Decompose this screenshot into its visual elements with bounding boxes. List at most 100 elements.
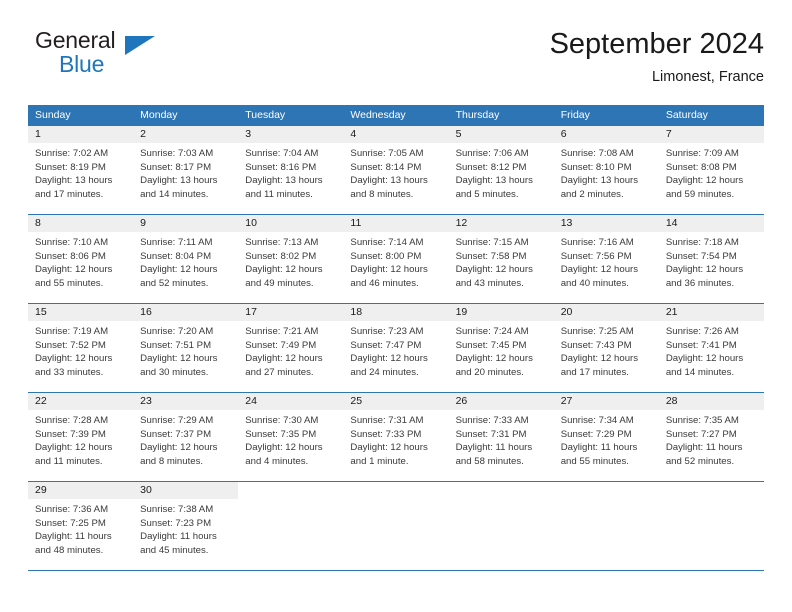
day-detail-lines: Sunrise: 7:30 AM Sunset: 7:35 PM Daylight:… bbox=[238, 410, 343, 468]
day-detail-line: Daylight: 12 hours bbox=[665, 353, 744, 365]
day-detail-line: Sunset: 7:39 PM bbox=[35, 428, 106, 440]
calendar-day-cell[interactable]: 17 Sunrise: 7:21 AM Sunset: 7:49 PM Dayligh… bbox=[238, 304, 344, 392]
day-detail-lines: Sunrise: 7:33 AM Sunset: 7:31 PM Daylight:… bbox=[449, 410, 554, 468]
day-detail-line: Sunrise: 7:06 AM bbox=[455, 148, 529, 159]
day-detail-line: Daylight: 12 hours bbox=[35, 442, 113, 454]
calendar-day-cell[interactable]: 22 Sunrise: 7:28 AM Sunset: 7:39 PM Dayligh… bbox=[28, 393, 134, 481]
day-detail-line: Daylight: 12 hours bbox=[560, 264, 639, 276]
calendar-day-cell[interactable]: 6 Sunrise: 7:08 AM Sunset: 8:10 PM Daylight… bbox=[553, 126, 659, 214]
day-detail-lines: Sunrise: 7:09 AM Sunset: 8:08 PM Daylight:… bbox=[659, 143, 764, 201]
day-detail-line: and 52 minutes. bbox=[665, 455, 735, 467]
day-detail-line: Sunset: 8:17 PM bbox=[140, 161, 212, 173]
day-detail-line: Sunset: 8:16 PM bbox=[245, 161, 317, 173]
day-detail-line: Sunset: 7:25 PM bbox=[35, 517, 106, 529]
day-detail-lines: Sunrise: 7:24 AM Sunset: 7:45 PM Daylight:… bbox=[449, 321, 554, 379]
day-detail-lines: Sunrise: 7:29 AM Sunset: 7:37 PM Daylight:… bbox=[133, 410, 238, 468]
day-detail-line: Sunset: 8:10 PM bbox=[560, 161, 632, 173]
day-detail-line: Sunset: 7:45 PM bbox=[455, 339, 527, 351]
day-detail-line: Daylight: 12 hours bbox=[35, 264, 113, 276]
page-title: September 2024 bbox=[549, 28, 764, 60]
day-number: 8 bbox=[28, 215, 134, 232]
calendar-day-cell[interactable]: 21 Sunrise: 7:26 AM Sunset: 7:41 PM Dayligh… bbox=[658, 304, 764, 392]
calendar-day-cell[interactable]: 16 Sunrise: 7:20 AM Sunset: 7:51 PM Dayligh… bbox=[133, 304, 239, 392]
day-number: 7 bbox=[658, 126, 764, 143]
calendar-day-cell[interactable]: 29 Sunrise: 7:36 AM Sunset: 7:25 PM Dayligh… bbox=[28, 482, 134, 570]
day-detail-lines: Sunrise: 7:02 AM Sunset: 8:19 PM Daylight:… bbox=[28, 143, 133, 201]
day-detail-line: Daylight: 12 hours bbox=[140, 264, 218, 276]
day-number: 13 bbox=[553, 215, 659, 232]
calendar-day-cell[interactable]: 15 Sunrise: 7:19 AM Sunset: 7:52 PM Dayligh… bbox=[28, 304, 134, 392]
day-detail-line: and 55 minutes. bbox=[35, 277, 104, 289]
calendar-day-cell[interactable]: 7 Sunrise: 7:09 AM Sunset: 8:08 PM Daylight… bbox=[658, 126, 764, 214]
day-number: 9 bbox=[133, 215, 239, 232]
day-number bbox=[449, 482, 554, 499]
weekday-header-sunday: Sunday bbox=[35, 109, 71, 121]
day-detail-line: and 48 minutes. bbox=[35, 544, 104, 556]
calendar-day-cell[interactable]: 20 Sunrise: 7:25 AM Sunset: 7:43 PM Dayligh… bbox=[553, 304, 659, 392]
calendar-day-cell[interactable]: 8 Sunrise: 7:10 AM Sunset: 8:06 PM Daylight… bbox=[28, 215, 134, 303]
brand-logo[interactable]: General Blue bbox=[28, 26, 268, 88]
calendar-day-cell[interactable]: 11 Sunrise: 7:14 AM Sunset: 8:00 PM Dayligh… bbox=[343, 215, 449, 303]
day-detail-line: and 27 minutes. bbox=[245, 366, 314, 378]
day-detail-line: and 52 minutes. bbox=[140, 277, 209, 289]
day-detail-lines: Sunrise: 7:36 AM Sunset: 7:25 PM Daylight:… bbox=[28, 499, 133, 557]
calendar-week-row: 22 Sunrise: 7:28 AM Sunset: 7:39 PM Dayligh… bbox=[28, 393, 764, 481]
day-detail-line: Daylight: 13 hours bbox=[35, 175, 113, 187]
day-detail-lines: Sunrise: 7:20 AM Sunset: 7:51 PM Daylight:… bbox=[133, 321, 238, 379]
day-detail-line: Sunset: 7:33 PM bbox=[350, 428, 422, 440]
day-detail-line: and 2 minutes. bbox=[560, 188, 624, 200]
calendar-day-cell[interactable]: 5 Sunrise: 7:06 AM Sunset: 8:12 PM Daylight… bbox=[448, 126, 554, 214]
day-detail-line: Daylight: 11 hours bbox=[665, 442, 743, 454]
calendar-day-cell[interactable]: 18 Sunrise: 7:23 AM Sunset: 7:47 PM Dayligh… bbox=[343, 304, 449, 392]
day-detail-line: Sunset: 8:19 PM bbox=[35, 161, 106, 173]
day-detail-lines bbox=[449, 499, 554, 503]
day-detail-line: Sunset: 7:27 PM bbox=[665, 428, 737, 440]
day-detail-line: Sunrise: 7:30 AM bbox=[245, 415, 319, 426]
calendar-day-cell[interactable]: 2 Sunrise: 7:03 AM Sunset: 8:17 PM Daylight… bbox=[133, 126, 239, 214]
day-detail-line: and 17 minutes. bbox=[560, 366, 629, 378]
calendar-day-cell[interactable]: 12 Sunrise: 7:15 AM Sunset: 7:58 PM Dayligh… bbox=[448, 215, 554, 303]
day-detail-line: Sunrise: 7:38 AM bbox=[140, 504, 214, 515]
day-number: 1 bbox=[28, 126, 134, 143]
calendar-day-cell[interactable]: 10 Sunrise: 7:13 AM Sunset: 8:02 PM Dayligh… bbox=[238, 215, 344, 303]
day-detail-lines: Sunrise: 7:21 AM Sunset: 7:49 PM Daylight:… bbox=[238, 321, 343, 379]
day-detail-line: Sunrise: 7:25 AM bbox=[560, 326, 634, 337]
location-subtitle: Limonest, France bbox=[651, 69, 764, 85]
day-detail-line: Sunrise: 7:28 AM bbox=[35, 415, 109, 426]
day-number: 20 bbox=[553, 304, 659, 321]
weekday-header-friday: Friday bbox=[560, 109, 590, 121]
calendar-day-cell[interactable]: 14 Sunrise: 7:18 AM Sunset: 7:54 PM Dayligh… bbox=[658, 215, 764, 303]
calendar-day-cell[interactable]: 28 Sunrise: 7:35 AM Sunset: 7:27 PM Dayligh… bbox=[658, 393, 764, 481]
day-detail-line: Sunset: 7:56 PM bbox=[560, 250, 632, 262]
calendar-day-cell[interactable]: 23 Sunrise: 7:29 AM Sunset: 7:37 PM Dayligh… bbox=[133, 393, 239, 481]
calendar-day-cell[interactable]: 9 Sunrise: 7:11 AM Sunset: 8:04 PM Daylight… bbox=[133, 215, 239, 303]
day-detail-lines: Sunrise: 7:05 AM Sunset: 8:14 PM Daylight:… bbox=[343, 143, 448, 201]
calendar-day-cell[interactable]: 4 Sunrise: 7:05 AM Sunset: 8:14 PM Daylight… bbox=[343, 126, 449, 214]
calendar-day-cell[interactable]: 19 Sunrise: 7:24 AM Sunset: 7:45 PM Dayligh… bbox=[448, 304, 554, 392]
day-detail-lines: Sunrise: 7:16 AM Sunset: 7:56 PM Daylight:… bbox=[554, 232, 659, 290]
day-detail-line: and 24 minutes. bbox=[350, 366, 419, 378]
calendar-day-cell[interactable]: 30 Sunrise: 7:38 AM Sunset: 7:23 PM Dayligh… bbox=[133, 482, 239, 570]
calendar-day-cell[interactable]: 25 Sunrise: 7:31 AM Sunset: 7:33 PM Dayligh… bbox=[343, 393, 449, 481]
day-detail-lines: Sunrise: 7:26 AM Sunset: 7:41 PM Daylight:… bbox=[659, 321, 764, 379]
day-detail-lines: Sunrise: 7:31 AM Sunset: 7:33 PM Daylight:… bbox=[343, 410, 448, 468]
day-detail-line: Sunrise: 7:26 AM bbox=[665, 326, 739, 337]
calendar-day-cell[interactable]: 24 Sunrise: 7:30 AM Sunset: 7:35 PM Dayligh… bbox=[238, 393, 344, 481]
day-detail-line: and 43 minutes. bbox=[455, 277, 524, 289]
day-detail-line: Sunrise: 7:35 AM bbox=[665, 415, 739, 426]
day-detail-line: and 14 minutes. bbox=[140, 188, 209, 200]
calendar-day-cell-empty bbox=[238, 482, 343, 570]
calendar-day-cell[interactable]: 13 Sunrise: 7:16 AM Sunset: 7:56 PM Dayligh… bbox=[553, 215, 659, 303]
day-detail-line: and 4 minutes. bbox=[245, 455, 309, 467]
calendar-day-cell[interactable]: 3 Sunrise: 7:04 AM Sunset: 8:16 PM Daylight… bbox=[238, 126, 344, 214]
calendar-day-cell[interactable]: 26 Sunrise: 7:33 AM Sunset: 7:31 PM Dayligh… bbox=[448, 393, 554, 481]
calendar-day-cell-empty bbox=[554, 482, 659, 570]
calendar-week-row: 15 Sunrise: 7:19 AM Sunset: 7:52 PM Dayligh… bbox=[28, 304, 764, 392]
calendar-day-cell[interactable]: 1 Sunrise: 7:02 AM Sunset: 8:19 PM Daylight… bbox=[28, 126, 134, 214]
day-detail-line: and 14 minutes. bbox=[665, 366, 735, 378]
day-detail-line: Sunset: 7:51 PM bbox=[140, 339, 212, 351]
calendar-day-cell[interactable]: 27 Sunrise: 7:34 AM Sunset: 7:29 PM Dayligh… bbox=[553, 393, 659, 481]
day-detail-line: Sunrise: 7:18 AM bbox=[665, 237, 739, 248]
day-detail-line: Sunrise: 7:11 AM bbox=[140, 237, 213, 248]
day-number: 25 bbox=[343, 393, 449, 410]
